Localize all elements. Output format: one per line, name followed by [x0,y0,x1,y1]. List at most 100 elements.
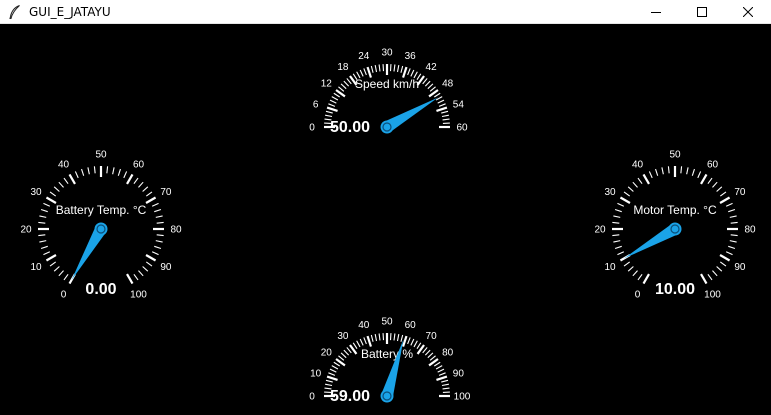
minor-tick [371,335,373,342]
minor-tick [436,366,442,369]
tick-label: 60 [456,123,468,134]
speed-gauge: 06121824303642485460Speed km/h50.00 [309,48,468,137]
tick-label: 10 [604,262,616,273]
major-tick [644,274,650,284]
minor-tick [423,78,427,83]
minor-tick [379,333,380,340]
minor-tick [436,97,442,100]
minor-tick [615,246,622,248]
maximize-button[interactable] [679,0,725,24]
tick-label: 0 [61,289,67,300]
minor-tick [624,262,630,266]
minor-tick [39,216,46,217]
close-button[interactable] [725,0,771,24]
minor-tick [411,339,414,345]
major-tick [46,198,56,204]
minor-tick [401,335,403,342]
tick-label: 80 [442,347,454,358]
minor-tick [443,119,450,120]
tick-label: 70 [734,187,746,198]
tick-label: 100 [454,392,471,403]
minor-tick [364,68,367,75]
minor-tick [668,166,669,173]
minor-tick [41,210,48,212]
minor-tick [143,266,148,271]
tick-label: 70 [160,187,172,198]
minor-tick [612,222,619,223]
minor-tick [624,192,630,196]
minor-tick [347,78,351,83]
minor-tick [408,68,411,75]
minor-tick [708,178,712,184]
minor-tick [157,235,164,236]
tick-label: 12 [321,78,333,89]
motor-temp-label: Motor Temp. °C [633,203,717,217]
tick-label: 100 [130,289,147,300]
major-tick [368,67,371,77]
tick-label: 10 [310,368,322,379]
tick-label: 48 [442,78,454,89]
minor-tick [681,166,682,173]
tick-label: 100 [704,289,721,300]
minor-tick [439,104,446,107]
tick-label: 60 [133,160,145,171]
minor-tick [656,169,658,176]
minor-tick [146,262,152,266]
minor-tick [326,111,333,113]
dashboard-canvas: 06121824303642485460Speed km/h50.0001020… [0,24,771,410]
minor-tick [341,353,346,358]
battery-temp-value: 0.00 [85,281,116,298]
minor-tick [731,222,738,223]
minor-tick [728,246,735,248]
major-tick [327,108,337,111]
minor-tick [708,274,712,280]
tick-label: 40 [358,320,370,331]
minor-tick [325,115,332,116]
minimize-button[interactable] [633,0,679,24]
minor-tick [408,337,411,344]
minor-tick [717,187,722,192]
tick-label: 30 [381,48,393,59]
minor-tick [156,241,163,242]
minor-tick [414,341,417,347]
minor-tick [332,97,338,100]
minor-tick [628,187,633,192]
major-tick [127,174,133,184]
minor-tick [41,246,48,248]
major-tick [436,377,446,380]
minor-tick [428,84,433,89]
major-tick [620,198,630,204]
minor-tick [326,380,333,382]
minor-tick [638,178,642,184]
tick-label: 50 [95,150,107,161]
tick-label: 54 [453,99,465,110]
minor-tick [54,187,59,192]
minor-tick [379,64,380,71]
tick-label: 60 [707,160,719,171]
minor-tick [344,81,349,86]
minor-tick [613,241,620,242]
minor-tick [692,169,694,176]
tick-label: 10 [30,262,42,273]
major-tick [701,274,707,284]
minor-tick [730,216,737,217]
major-tick [720,198,730,204]
tick-label: 20 [321,347,333,358]
minor-tick [438,100,444,103]
minor-tick [417,343,421,349]
tick-label: 70 [426,331,438,342]
minor-tick [152,203,158,206]
speed-label: Speed km/h [355,77,419,91]
minor-tick [88,167,89,174]
minor-tick [138,271,143,276]
minor-tick [143,187,148,192]
title-bar[interactable]: GUI_E_JATAYU [0,0,771,24]
major-tick [46,255,56,261]
minor-tick [698,171,701,177]
minor-tick [357,341,360,347]
minor-tick [43,252,49,255]
minor-tick [428,353,433,358]
minor-tick [330,100,336,103]
minor-tick [330,369,336,372]
tick-label: 18 [337,62,349,73]
